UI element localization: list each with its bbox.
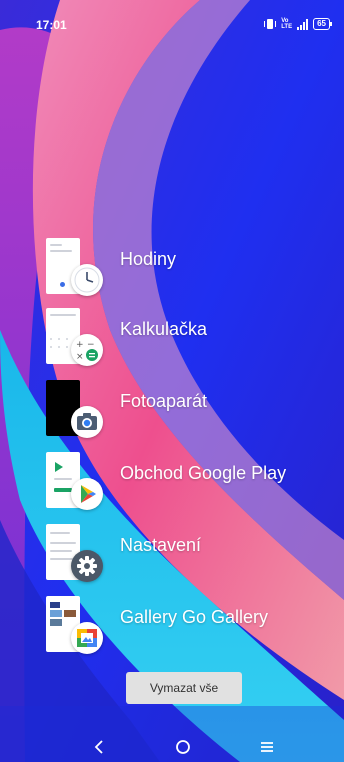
recent-app-label: Obchod Google Play [120, 463, 287, 483]
recent-app-nastaveni[interactable]: Nastavení [46, 524, 336, 588]
volte-bottom-text: LTE [281, 24, 293, 30]
menu-lines-icon [261, 742, 273, 752]
navigation-bar [0, 728, 344, 762]
calculator-icon: + − × [71, 334, 103, 366]
recent-app-kalkulacka[interactable]: + − × Kalkulačka [46, 308, 336, 372]
recent-app-obchod-google-play[interactable]: Obchod Google Play [46, 452, 336, 516]
recent-app-label: Nastavení [120, 535, 202, 555]
recent-app-label: Fotoaparát [120, 391, 208, 411]
svg-text:×: × [76, 352, 84, 362]
recents-screen: 17:01 Vo LTE 65 Hodiny + − × Kalkulačka … [0, 0, 344, 762]
recent-app-fotoaparat[interactable]: Fotoaparát [46, 380, 336, 444]
status-time: 17:01 [36, 18, 67, 32]
home-circle-icon [176, 740, 190, 754]
camera-icon [71, 406, 103, 438]
signal-icon [297, 18, 309, 30]
status-icons: Vo LTE 65 [264, 17, 332, 31]
back-button[interactable] [84, 734, 114, 760]
battery-icon: 65 [313, 18, 332, 30]
home-button[interactable] [168, 734, 198, 760]
clock-icon [71, 264, 103, 296]
volte-icon: Vo LTE [281, 18, 292, 30]
settings-gear-icon [71, 550, 103, 582]
clear-all-button[interactable]: Vymazat vše [126, 672, 242, 704]
status-bar: 17:01 Vo LTE 65 [0, 0, 344, 34]
back-chevron-icon [94, 740, 103, 754]
recent-app-label: Hodiny [120, 249, 177, 269]
play-store-icon [71, 478, 103, 510]
svg-text:+: + [76, 340, 84, 350]
gallery-go-icon [71, 622, 103, 654]
svg-text:−: − [87, 340, 95, 350]
recents-button[interactable] [252, 734, 282, 760]
recent-app-label: Gallery Go Gallery [120, 607, 269, 627]
recent-app-label: Kalkulačka [120, 319, 208, 339]
battery-level: 65 [317, 19, 326, 28]
recent-app-hodiny[interactable]: Hodiny [46, 238, 336, 302]
recent-app-gallery-go[interactable]: Gallery Go Gallery [46, 596, 336, 660]
vibrate-icon [264, 19, 277, 29]
